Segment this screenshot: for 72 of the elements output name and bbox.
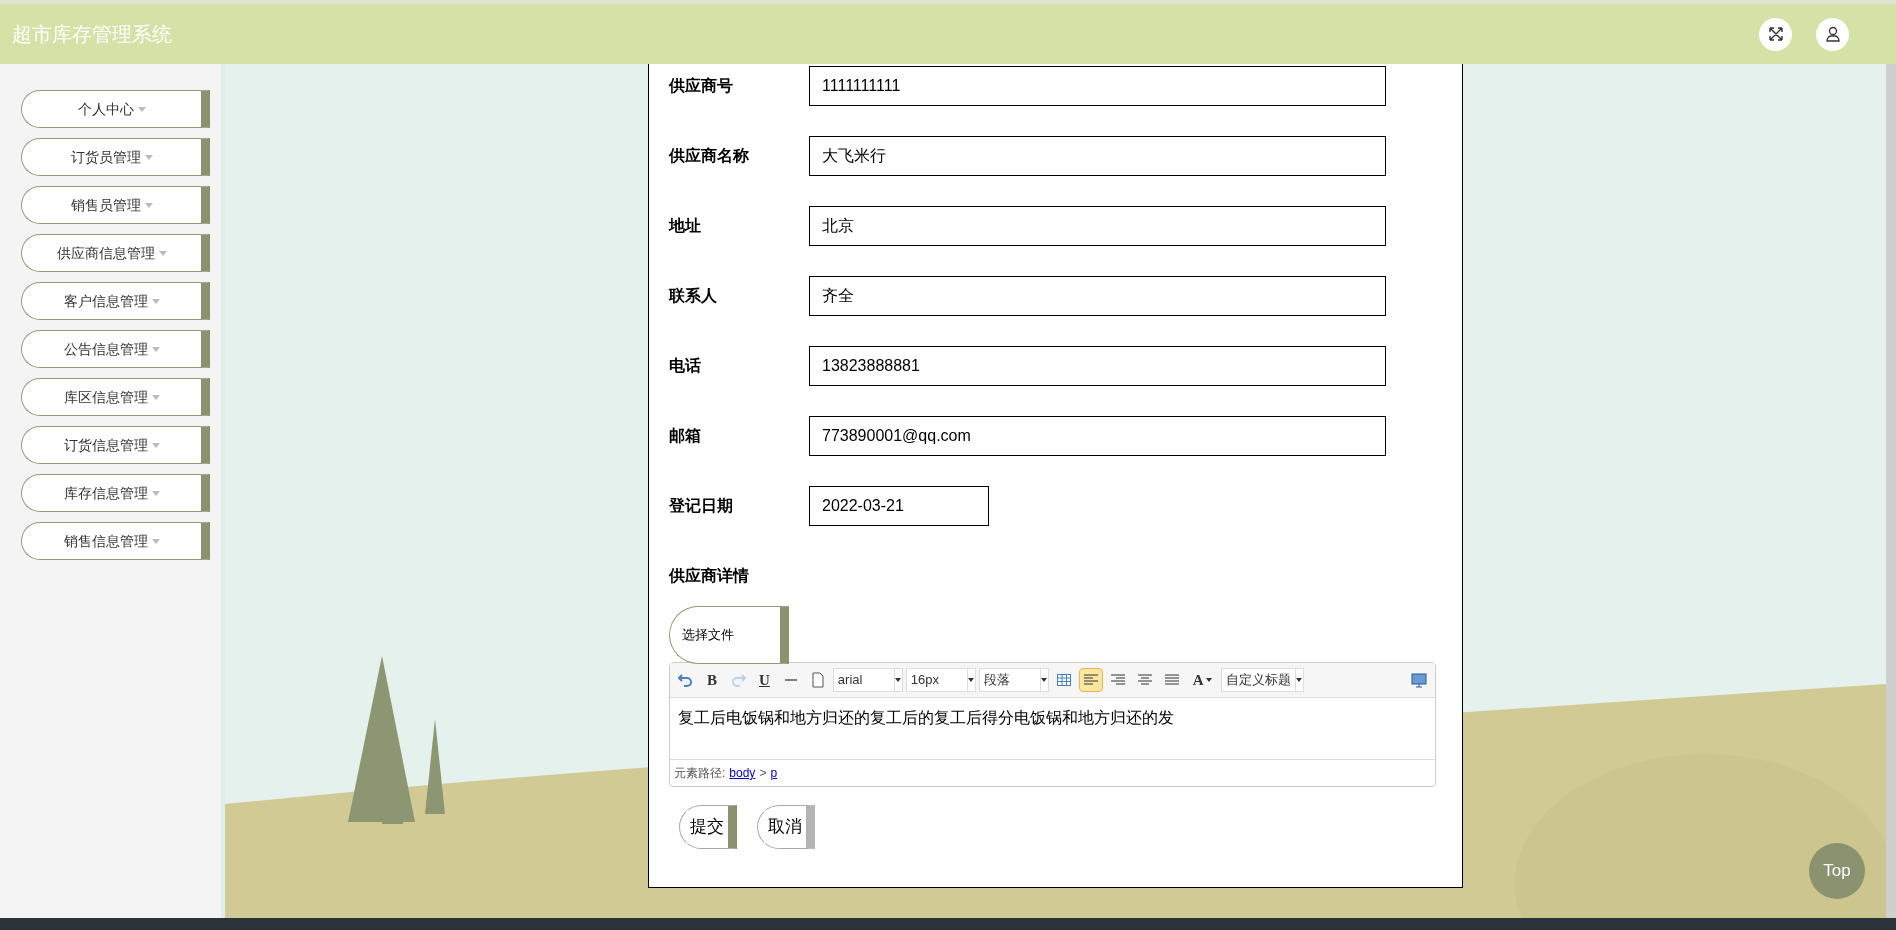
user-icon xyxy=(1824,26,1841,42)
align-right-icon xyxy=(1109,672,1126,688)
table-icon xyxy=(1055,672,1072,688)
field-label: 供应商名称 xyxy=(669,146,750,166)
app-title: 超市库存管理系统 xyxy=(12,22,172,47)
path-label: 元素路径: xyxy=(674,765,726,782)
caret-icon xyxy=(144,202,153,208)
font-color-button[interactable]: A xyxy=(1186,668,1218,692)
user-button[interactable] xyxy=(1816,17,1849,51)
sidebar-menu-item[interactable]: 客户信息管理 xyxy=(21,282,210,320)
bold-button[interactable]: B xyxy=(701,668,723,692)
toolbar-dropdown[interactable]: 自定义标题 xyxy=(1220,668,1304,692)
sidebar-menu-item[interactable]: 公告信息管理 xyxy=(21,330,210,368)
caret-icon xyxy=(1296,678,1303,682)
caret-icon xyxy=(151,346,160,352)
path-link[interactable]: p xyxy=(770,764,778,782)
field-label: 邮箱 xyxy=(669,426,702,446)
sidebar-menu-item[interactable]: 个人中心 xyxy=(21,90,210,128)
caret-icon xyxy=(151,298,160,304)
fullscreen-button[interactable] xyxy=(1759,17,1792,51)
toolbar-dropdown[interactable]: 16px xyxy=(905,668,976,692)
input-field[interactable]: 1111111111 xyxy=(809,66,1386,106)
caret-icon xyxy=(151,538,160,544)
align-left-icon xyxy=(1082,672,1099,688)
align-left-button[interactable] xyxy=(1078,668,1103,692)
justify-icon xyxy=(1163,672,1180,688)
path-link[interactable]: body xyxy=(729,764,756,782)
underline-button[interactable]: U xyxy=(753,668,776,692)
date-field[interactable]: 2022-03-21 xyxy=(809,486,989,526)
editor-content[interactable]: 复工后电饭锅和地方归还的复工后的复工后得分电饭锅和地方归还的发 xyxy=(670,698,1435,760)
redo-icon xyxy=(730,672,746,688)
input-field[interactable]: 北京 xyxy=(809,206,1386,246)
sidebar-menu-item[interactable]: 销售员管理 xyxy=(21,186,210,224)
undo-icon xyxy=(678,672,694,688)
field-label: 登记日期 xyxy=(669,496,734,516)
caret-icon xyxy=(1205,678,1212,682)
sidebar-menu-item[interactable]: 销售信息管理 xyxy=(21,522,210,560)
field-label: 供应商详情 xyxy=(669,566,749,586)
path-separator: > xyxy=(759,765,767,782)
caret-icon xyxy=(151,490,160,496)
input-field[interactable]: 13823888881 xyxy=(809,346,1386,386)
caret-icon xyxy=(144,154,153,160)
sidebar-menu-item[interactable]: 供应商信息管理 xyxy=(21,234,210,272)
sidebar-menu-item[interactable]: 库区信息管理 xyxy=(21,378,210,416)
sidebar-menu-item[interactable]: 库存信息管理 xyxy=(21,474,210,512)
caret-icon xyxy=(158,250,167,256)
align-center-icon xyxy=(1136,672,1153,688)
sidebar-menu-item[interactable]: 订货员管理 xyxy=(21,138,210,176)
fullscreen-icon xyxy=(1767,26,1784,42)
toolbar-dropdown[interactable]: arial xyxy=(832,668,903,692)
field-label: 地址 xyxy=(669,216,702,236)
caret-icon xyxy=(151,394,160,400)
field-label: 供应商号 xyxy=(669,76,734,96)
monitor-icon xyxy=(1411,672,1427,688)
field-label: 联系人 xyxy=(669,286,718,306)
caret-icon xyxy=(895,678,902,682)
submit-button[interactable]: 提交 xyxy=(679,805,737,849)
caret-icon xyxy=(137,106,146,112)
input-field[interactable]: 大飞米行 xyxy=(809,136,1386,176)
caret-icon xyxy=(151,442,160,448)
caret-icon xyxy=(968,678,975,682)
file-button[interactable]: 选择文件 xyxy=(669,606,789,664)
input-field[interactable]: 齐全 xyxy=(809,276,1386,316)
input-field[interactable]: 773890001@qq.com xyxy=(809,416,1386,456)
toolbar-dropdown[interactable]: 段落 xyxy=(978,668,1049,692)
caret-icon xyxy=(1041,678,1048,682)
field-label: 电话 xyxy=(669,356,702,376)
horizontal-rule-icon xyxy=(784,679,797,681)
scrollbar[interactable] xyxy=(1886,64,1896,918)
page-icon xyxy=(809,672,826,688)
cancel-button[interactable]: 取消 xyxy=(757,805,815,849)
sidebar-menu-item[interactable]: 订货信息管理 xyxy=(21,426,210,464)
